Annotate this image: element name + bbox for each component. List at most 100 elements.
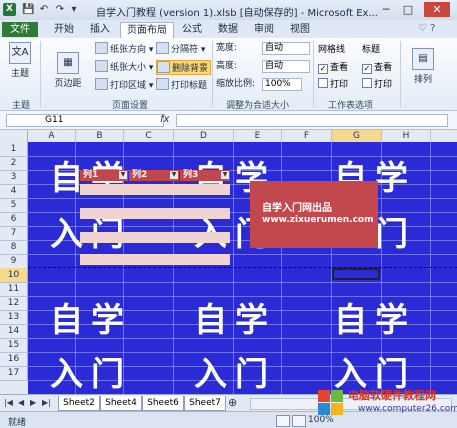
background-text: 自学 bbox=[194, 300, 276, 339]
maximize-button[interactable]: □ bbox=[398, 2, 418, 17]
tab-formulas[interactable]: 公式 bbox=[176, 22, 208, 38]
tab-data[interactable]: 数据 bbox=[212, 22, 244, 38]
tab-home[interactable]: 开始 bbox=[48, 22, 80, 38]
sheet-tab[interactable]: Sheet2 bbox=[58, 396, 100, 411]
watermark-line2: www.computer26.com bbox=[358, 404, 457, 414]
margins-button[interactable]: ▦ 页边距 bbox=[48, 52, 88, 89]
gridlines-print-checkbox[interactable]: 打印 bbox=[318, 78, 348, 91]
row-header[interactable]: 4 bbox=[0, 184, 28, 199]
column-header-h[interactable]: H bbox=[382, 130, 431, 142]
headings-print-checkbox[interactable]: 打印 bbox=[362, 78, 392, 91]
page-break-line bbox=[28, 267, 457, 268]
sheet-tab[interactable]: Sheet7 bbox=[184, 396, 226, 411]
background-text: 入门 bbox=[194, 354, 276, 393]
orientation-icon bbox=[95, 42, 108, 54]
table-header-cell[interactable]: 列3 ▼ bbox=[180, 170, 230, 181]
column-header-c[interactable]: C bbox=[124, 130, 174, 142]
background-text: 自学 bbox=[334, 300, 416, 339]
table-header-label: 列3 bbox=[183, 170, 199, 180]
last-sheet-icon[interactable]: ▶| bbox=[42, 398, 51, 407]
checkbox-box bbox=[318, 78, 328, 88]
close-button[interactable]: ✕ bbox=[424, 2, 450, 17]
tab-file[interactable]: 文件 bbox=[2, 22, 38, 37]
help-icon[interactable]: ♡ ? bbox=[418, 23, 435, 34]
insert-sheet-icon[interactable]: ⊕ bbox=[228, 396, 237, 409]
row-header[interactable]: 12 bbox=[0, 296, 28, 311]
row-header[interactable]: 16 bbox=[0, 352, 28, 367]
fx-icon[interactable]: fx bbox=[160, 114, 169, 125]
column-header-f[interactable]: F bbox=[282, 130, 332, 142]
row-header[interactable]: 11 bbox=[0, 282, 28, 297]
row-header[interactable]: 5 bbox=[0, 198, 28, 213]
column-header-e[interactable]: E bbox=[234, 130, 282, 142]
table-header-cell[interactable]: 列2 ▼ bbox=[129, 170, 179, 181]
worksheet-grid[interactable]: 自学 入门 自学 入门 自学 入门 自学 入门 自学 入门 自学 入门 列1 ▼… bbox=[28, 142, 457, 394]
orientation-button[interactable]: 纸张方向 ▾ bbox=[95, 42, 153, 55]
filter-dropdown-icon[interactable]: ▼ bbox=[119, 171, 127, 179]
delete-background-label: 删除背景 bbox=[172, 64, 209, 74]
themes-button[interactable]: 文A 主题 bbox=[6, 42, 34, 79]
row-header[interactable]: 13 bbox=[0, 310, 28, 325]
formula-input[interactable] bbox=[176, 114, 448, 127]
group-label-scale: 调整为合适大小 bbox=[226, 101, 290, 111]
height-select[interactable]: 自动 bbox=[262, 60, 310, 73]
column-header-d[interactable]: D bbox=[174, 130, 234, 142]
group-label-themes: 主题 bbox=[12, 101, 31, 111]
filter-dropdown-icon[interactable]: ▼ bbox=[170, 171, 178, 179]
row-header-selected[interactable]: 10 bbox=[0, 268, 28, 283]
tab-insert[interactable]: 插入 bbox=[84, 22, 116, 38]
row-header[interactable]: 3 bbox=[0, 170, 28, 185]
arrange-button[interactable]: ▤ 排列 bbox=[406, 48, 440, 85]
column-header-b[interactable]: B bbox=[76, 130, 124, 142]
row-header[interactable]: 17 bbox=[0, 366, 28, 381]
redo-icon[interactable]: ↷ bbox=[54, 3, 66, 16]
page-layout-view-icon[interactable] bbox=[292, 415, 306, 427]
group-label-sheet-options: 工作表选项 bbox=[328, 101, 374, 111]
width-select[interactable]: 自动 bbox=[262, 42, 310, 55]
breaks-button[interactable]: 分隔符 ▾ bbox=[156, 42, 205, 55]
tab-page-layout[interactable]: 页面布局 bbox=[120, 22, 174, 39]
delete-background-button[interactable]: 删除背景 bbox=[156, 60, 212, 75]
arrange-label: 排列 bbox=[413, 75, 432, 85]
tab-view[interactable]: 视图 bbox=[284, 22, 316, 38]
prev-sheet-icon[interactable]: ◀ bbox=[18, 398, 24, 407]
row-header[interactable]: 7 bbox=[0, 226, 28, 241]
save-icon[interactable]: 💾 bbox=[22, 3, 34, 16]
print-area-button[interactable]: 打印区域 ▾ bbox=[95, 78, 153, 91]
name-box[interactable]: G11 bbox=[6, 114, 164, 127]
sheet-tab[interactable]: Sheet6 bbox=[142, 396, 184, 411]
size-button[interactable]: 纸张大小 ▾ bbox=[95, 60, 153, 73]
row-header[interactable]: 15 bbox=[0, 338, 28, 353]
ribbon-separator bbox=[212, 41, 213, 107]
gridlines-label: 网格线 bbox=[318, 45, 346, 55]
row-header[interactable]: 2 bbox=[0, 156, 28, 171]
undo-icon[interactable]: ↶ bbox=[38, 3, 50, 16]
first-sheet-icon[interactable]: |◀ bbox=[4, 398, 13, 407]
column-header-a[interactable]: A bbox=[28, 130, 76, 142]
normal-view-icon[interactable] bbox=[276, 415, 290, 427]
row-header[interactable]: 6 bbox=[0, 212, 28, 227]
paper-size-icon bbox=[95, 60, 108, 72]
headings-view-checkbox[interactable]: ✓ 查看 bbox=[362, 62, 392, 74]
ribbon-separator bbox=[400, 41, 401, 107]
scale-input[interactable]: 100% bbox=[262, 78, 302, 91]
promo-shape[interactable]: 自学入门网出品 www.zixuerumen.com bbox=[250, 181, 378, 248]
table-header-cell[interactable]: 列1 ▼ bbox=[80, 170, 128, 181]
gridlines-view-checkbox[interactable]: ✓ 查看 bbox=[318, 62, 348, 74]
row-header[interactable]: 1 bbox=[0, 142, 28, 157]
selected-cell-g11[interactable] bbox=[332, 268, 380, 280]
row-header[interactable]: 8 bbox=[0, 240, 28, 255]
excel-app-icon[interactable]: X bbox=[3, 3, 16, 16]
qat-customize-icon[interactable]: ▾ bbox=[68, 3, 80, 16]
row-header[interactable]: 14 bbox=[0, 324, 28, 339]
column-header-g[interactable]: G bbox=[332, 130, 382, 142]
row-header[interactable]: 9 bbox=[0, 254, 28, 269]
filter-dropdown-icon[interactable]: ▼ bbox=[221, 171, 229, 179]
next-sheet-icon[interactable]: ▶ bbox=[30, 398, 36, 407]
tab-review[interactable]: 审阅 bbox=[248, 22, 280, 38]
select-all-corner[interactable] bbox=[0, 130, 28, 142]
grid-line bbox=[28, 282, 457, 283]
print-titles-button[interactable]: 打印标题 bbox=[156, 78, 207, 91]
sheet-tab[interactable]: Sheet4 bbox=[100, 396, 142, 411]
minimize-button[interactable]: ─ bbox=[376, 2, 396, 17]
